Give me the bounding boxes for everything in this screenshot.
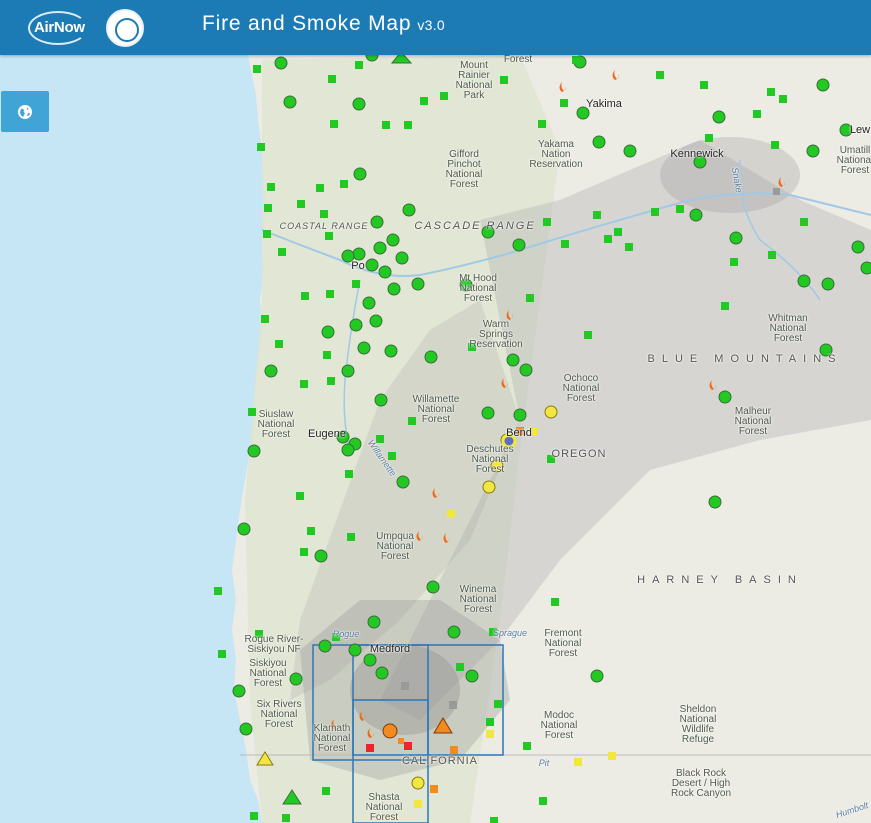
map-label-kennewick: Kennewick [670, 148, 724, 160]
map-label-siuslaw: Siuslaw National Forest [257, 409, 295, 440]
map-label-umatilla: Umatill National Forest [836, 145, 871, 176]
map-label-modoc: Modoc National Forest [540, 710, 578, 741]
map-label-oregon: OREGON [551, 448, 607, 460]
map-label-six-rivers: Six Rivers National Forest [256, 699, 302, 730]
airnow-logo-text: AirNow [34, 18, 85, 36]
map-label-umpqua: Umpqua National Forest [376, 531, 414, 562]
map-label-yakama: Yakama Nation Reservation [529, 139, 583, 170]
map-label-blue-mountains: BLUE MOUNTAINS [647, 353, 843, 365]
basemap-toggle-button[interactable] [1, 91, 49, 132]
map-label-siskiyou: Siskiyou National Forest [249, 658, 287, 689]
map-label-rogue-siskiyou: Rogue River- Siskiyou NF [244, 634, 304, 655]
map-label-harney-basin: HARNEY BASIN [637, 574, 803, 586]
map-label-deschutes: Deschutes National Forest [466, 444, 514, 475]
map-label-winema: Winema National Forest [459, 584, 497, 615]
app-version: v3.0 [417, 17, 445, 33]
app-title: Fire and Smoke Map v3.0 [202, 12, 445, 36]
map-view[interactable]: Mount Rainier National Park Snoqualmie N… [0, 55, 871, 823]
map-label-portland: Po [351, 260, 365, 272]
map-label-medford: Medford [369, 643, 411, 655]
app-header: AirNow Fire and Smoke Map v3.0 [0, 0, 871, 55]
map-label-warm-springs: Warm Springs Reservation [469, 319, 523, 350]
agency-seal-logo[interactable] [106, 9, 144, 47]
airnow-logo[interactable]: AirNow [28, 9, 88, 45]
map-label-gifford-pinchot: Gifford Pinchot National Forest [445, 149, 483, 190]
map-label-rogue-river: Rogue [332, 629, 360, 639]
map-label-coastal-range: COASTAL RANGE [279, 221, 369, 231]
map-label-fremont: Fremont National Forest [544, 628, 582, 659]
map-label-yakima: Yakima [586, 98, 622, 110]
map-label-eugene: Eugene [308, 428, 346, 440]
map-label-cascade-range: CASCADE RANGE [414, 220, 536, 232]
map-label-mt-hood: Mt Hood National Forest [459, 273, 497, 304]
map-label-bend: Bend [506, 427, 532, 439]
map-label-shasta: Shasta National Forest [365, 792, 403, 823]
map-label-california: CALIFORNIA [401, 755, 479, 767]
map-label-klamath: Klamath National Forest [313, 723, 351, 754]
map-label-snoqualmie: Snoqualmie National Forest [503, 55, 533, 65]
map-label-ochoco: Ochoco National Forest [562, 373, 600, 404]
map-label-mount-rainier: Mount Rainier National Park [455, 60, 493, 101]
map-label-pit-river: Pit [538, 758, 550, 768]
map-label-lewiston: Lew [849, 124, 871, 136]
map-label-sprague-river: Sprague [492, 628, 528, 638]
map-label-black-rock: Black Rock Desert / High Rock Canyon [670, 768, 732, 799]
map-label-whitman: Whitman National Forest [768, 313, 808, 344]
map-label-malheur: Malheur National Forest [734, 406, 772, 437]
map-label-sheldon: Sheldon National Wildlife Refuge [679, 704, 717, 745]
app-title-text: Fire and Smoke Map [202, 12, 412, 35]
globe-icon [18, 104, 32, 119]
map-label-willamette-nf: Willamette National Forest [412, 394, 460, 425]
